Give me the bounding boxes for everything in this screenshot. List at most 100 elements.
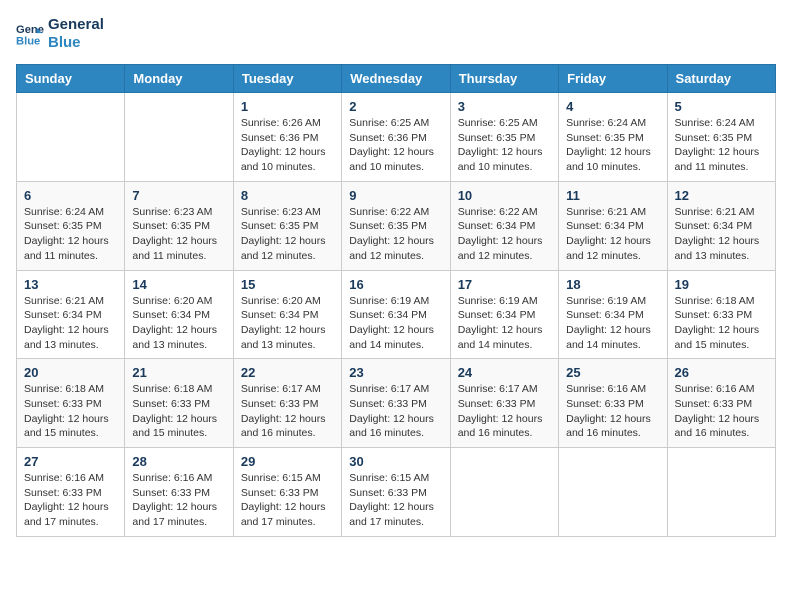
day-info: Sunrise: 6:17 AM Sunset: 6:33 PM Dayligh… — [458, 382, 551, 441]
day-number: 12 — [675, 188, 768, 203]
day-number: 25 — [566, 365, 659, 380]
calendar-cell: 26Sunrise: 6:16 AM Sunset: 6:33 PM Dayli… — [667, 359, 775, 448]
calendar-week-2: 6 Sunrise: 6:24 AM Sunset: 6:35 PM Daylig… — [17, 181, 776, 270]
day-info: Sunrise: 6:15 AM Sunset: 6:33 PM Dayligh… — [349, 471, 442, 530]
calendar-cell: 11 Sunrise: 6:21 AM Sunset: 6:34 PM Dayli… — [559, 181, 667, 270]
day-number: 5 — [675, 99, 768, 114]
calendar-cell: 30 Sunrise: 6:15 AM Sunset: 6:33 PM Dayli… — [342, 448, 450, 537]
day-number: 28 — [132, 454, 225, 469]
day-info: Sunrise: 6:16 AM Sunset: 6:33 PM Dayligh… — [675, 382, 768, 441]
day-info: Sunrise: 6:18 AM Sunset: 6:33 PM Dayligh… — [132, 382, 225, 441]
day-number: 6 — [24, 188, 117, 203]
calendar-cell: 18Sunrise: 6:19 AM Sunset: 6:34 PM Dayli… — [559, 270, 667, 359]
calendar-cell — [667, 448, 775, 537]
calendar-cell: 28 Sunrise: 6:16 AM Sunset: 6:33 PM Dayli… — [125, 448, 233, 537]
calendar-cell: 1 Sunrise: 6:26 AM Sunset: 6:36 PM Daylig… — [233, 93, 341, 182]
calendar-cell: 2 Sunrise: 6:25 AM Sunset: 6:36 PM Daylig… — [342, 93, 450, 182]
calendar-cell — [17, 93, 125, 182]
calendar-table: Sunday Monday Tuesday Wednesday Thursday… — [16, 64, 776, 537]
calendar-cell: 19 Sunrise: 6:18 AM Sunset: 6:33 PM Dayli… — [667, 270, 775, 359]
col-tuesday: Tuesday — [233, 65, 341, 93]
header: General Blue General Blue — [16, 16, 776, 52]
day-info: Sunrise: 6:22 AM Sunset: 6:35 PM Dayligh… — [349, 205, 442, 264]
day-info: Sunrise: 6:23 AM Sunset: 6:35 PM Dayligh… — [132, 205, 225, 264]
day-info: Sunrise: 6:16 AM Sunset: 6:33 PM Dayligh… — [24, 471, 117, 530]
day-info: Sunrise: 6:25 AM Sunset: 6:36 PM Dayligh… — [349, 116, 442, 175]
day-number: 21 — [132, 365, 225, 380]
day-info: Sunrise: 6:23 AM Sunset: 6:35 PM Dayligh… — [241, 205, 334, 264]
day-info: Sunrise: 6:19 AM Sunset: 6:34 PM Dayligh… — [566, 294, 659, 353]
day-number: 3 — [458, 99, 551, 114]
calendar-cell: 17 Sunrise: 6:19 AM Sunset: 6:34 PM Dayli… — [450, 270, 558, 359]
day-number: 8 — [241, 188, 334, 203]
day-number: 4 — [566, 99, 659, 114]
day-info: Sunrise: 6:24 AM Sunset: 6:35 PM Dayligh… — [24, 205, 117, 264]
day-number: 24 — [458, 365, 551, 380]
day-info: Sunrise: 6:24 AM Sunset: 6:35 PM Dayligh… — [566, 116, 659, 175]
day-number: 7 — [132, 188, 225, 203]
calendar-cell: 29 Sunrise: 6:15 AM Sunset: 6:33 PM Dayli… — [233, 448, 341, 537]
day-number: 14 — [132, 277, 225, 292]
calendar-cell: 14Sunrise: 6:20 AM Sunset: 6:34 PM Dayli… — [125, 270, 233, 359]
calendar-cell: 9Sunrise: 6:22 AM Sunset: 6:35 PM Daylig… — [342, 181, 450, 270]
day-number: 17 — [458, 277, 551, 292]
day-number: 16 — [349, 277, 442, 292]
day-info: Sunrise: 6:25 AM Sunset: 6:35 PM Dayligh… — [458, 116, 551, 175]
calendar-cell: 16 Sunrise: 6:19 AM Sunset: 6:34 PM Dayli… — [342, 270, 450, 359]
svg-text:General: General — [16, 24, 44, 36]
day-number: 11 — [566, 188, 659, 203]
col-friday: Friday — [559, 65, 667, 93]
day-info: Sunrise: 6:17 AM Sunset: 6:33 PM Dayligh… — [241, 382, 334, 441]
day-number: 30 — [349, 454, 442, 469]
calendar-cell: 13 Sunrise: 6:21 AM Sunset: 6:34 PM Dayli… — [17, 270, 125, 359]
day-info: Sunrise: 6:21 AM Sunset: 6:34 PM Dayligh… — [675, 205, 768, 264]
calendar-cell: 21 Sunrise: 6:18 AM Sunset: 6:33 PM Dayli… — [125, 359, 233, 448]
logo: General Blue General Blue — [16, 16, 104, 52]
day-info: Sunrise: 6:19 AM Sunset: 6:34 PM Dayligh… — [458, 294, 551, 353]
logo-icon: General Blue — [16, 20, 44, 48]
calendar-week-4: 20 Sunrise: 6:18 AM Sunset: 6:33 PM Dayli… — [17, 359, 776, 448]
day-number: 19 — [675, 277, 768, 292]
calendar-cell: 12 Sunrise: 6:21 AM Sunset: 6:34 PM Dayli… — [667, 181, 775, 270]
logo-line1: General — [48, 16, 104, 34]
day-info: Sunrise: 6:18 AM Sunset: 6:33 PM Dayligh… — [675, 294, 768, 353]
day-info: Sunrise: 6:21 AM Sunset: 6:34 PM Dayligh… — [566, 205, 659, 264]
calendar-cell: 20 Sunrise: 6:18 AM Sunset: 6:33 PM Dayli… — [17, 359, 125, 448]
calendar-cell: 15Sunrise: 6:20 AM Sunset: 6:34 PM Dayli… — [233, 270, 341, 359]
calendar-week-5: 27 Sunrise: 6:16 AM Sunset: 6:33 PM Dayli… — [17, 448, 776, 537]
col-wednesday: Wednesday — [342, 65, 450, 93]
day-info: Sunrise: 6:22 AM Sunset: 6:34 PM Dayligh… — [458, 205, 551, 264]
day-number: 10 — [458, 188, 551, 203]
calendar-cell: 27 Sunrise: 6:16 AM Sunset: 6:33 PM Dayli… — [17, 448, 125, 537]
col-saturday: Saturday — [667, 65, 775, 93]
calendar-week-1: 1 Sunrise: 6:26 AM Sunset: 6:36 PM Daylig… — [17, 93, 776, 182]
day-info: Sunrise: 6:15 AM Sunset: 6:33 PM Dayligh… — [241, 471, 334, 530]
day-number: 13 — [24, 277, 117, 292]
day-number: 15 — [241, 277, 334, 292]
day-info: Sunrise: 6:24 AM Sunset: 6:35 PM Dayligh… — [675, 116, 768, 175]
col-sunday: Sunday — [17, 65, 125, 93]
day-number: 20 — [24, 365, 117, 380]
day-info: Sunrise: 6:16 AM Sunset: 6:33 PM Dayligh… — [566, 382, 659, 441]
logo-line2: Blue — [48, 34, 104, 52]
calendar-cell: 3 Sunrise: 6:25 AM Sunset: 6:35 PM Daylig… — [450, 93, 558, 182]
day-number: 27 — [24, 454, 117, 469]
calendar-week-3: 13 Sunrise: 6:21 AM Sunset: 6:34 PM Dayli… — [17, 270, 776, 359]
calendar-cell — [559, 448, 667, 537]
day-number: 22 — [241, 365, 334, 380]
day-number: 29 — [241, 454, 334, 469]
day-info: Sunrise: 6:16 AM Sunset: 6:33 PM Dayligh… — [132, 471, 225, 530]
header-row: Sunday Monday Tuesday Wednesday Thursday… — [17, 65, 776, 93]
calendar-cell — [450, 448, 558, 537]
day-info: Sunrise: 6:18 AM Sunset: 6:33 PM Dayligh… — [24, 382, 117, 441]
day-info: Sunrise: 6:26 AM Sunset: 6:36 PM Dayligh… — [241, 116, 334, 175]
day-number: 2 — [349, 99, 442, 114]
day-info: Sunrise: 6:21 AM Sunset: 6:34 PM Dayligh… — [24, 294, 117, 353]
calendar-cell: 8 Sunrise: 6:23 AM Sunset: 6:35 PM Daylig… — [233, 181, 341, 270]
calendar-cell: 22 Sunrise: 6:17 AM Sunset: 6:33 PM Dayli… — [233, 359, 341, 448]
calendar-cell: 25 Sunrise: 6:16 AM Sunset: 6:33 PM Dayli… — [559, 359, 667, 448]
col-monday: Monday — [125, 65, 233, 93]
day-info: Sunrise: 6:19 AM Sunset: 6:34 PM Dayligh… — [349, 294, 442, 353]
col-thursday: Thursday — [450, 65, 558, 93]
day-number: 1 — [241, 99, 334, 114]
